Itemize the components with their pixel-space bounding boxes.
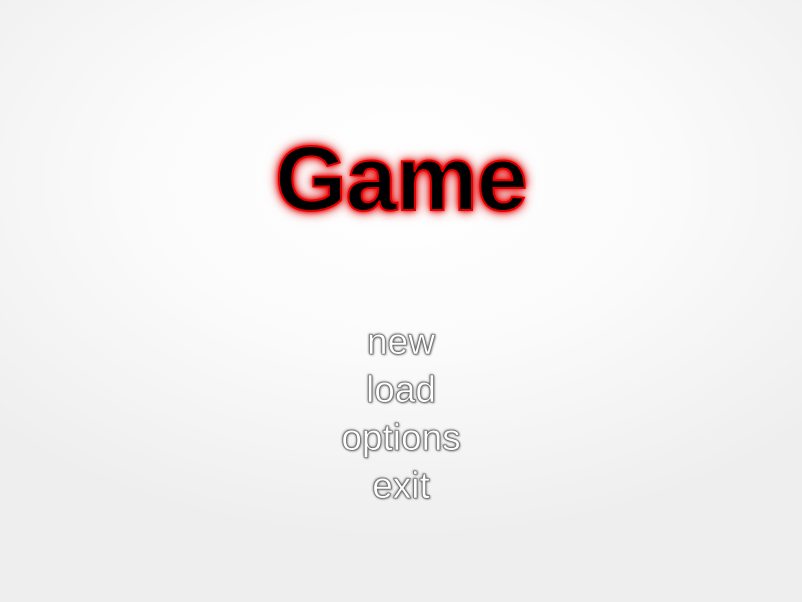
menu-item-load[interactable]: load (366, 366, 437, 414)
menu-item-exit[interactable]: exit (372, 462, 430, 510)
menu-item-new[interactable]: new (367, 318, 435, 366)
main-menu: new load options exit (0, 318, 802, 510)
menu-item-options[interactable]: options (341, 414, 461, 462)
main-menu-screen: Game new load options exit (0, 0, 802, 602)
game-title: Game (274, 127, 529, 231)
